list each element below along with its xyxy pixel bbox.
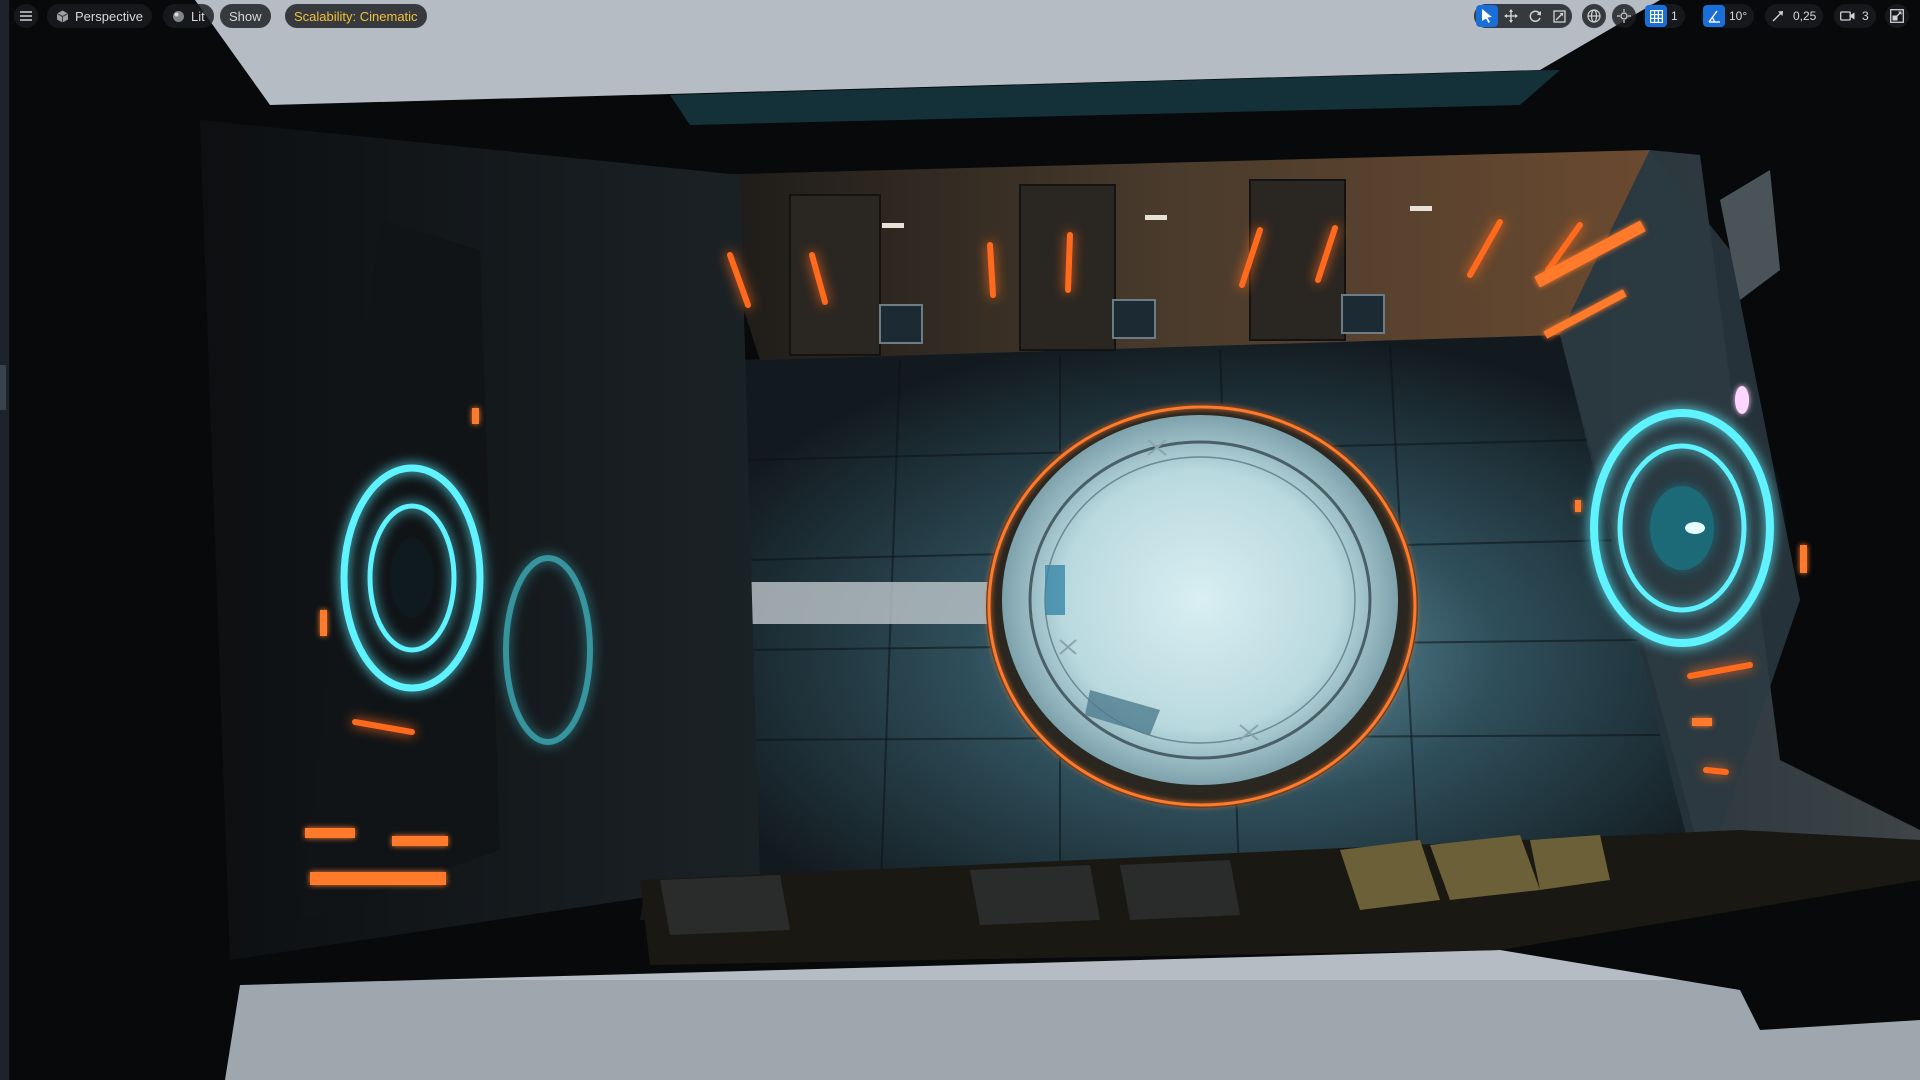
scale-snap-group: 0,25 bbox=[1765, 4, 1824, 28]
show-button[interactable]: Show bbox=[220, 4, 271, 28]
rotate-icon bbox=[1528, 9, 1542, 23]
scalability-warning[interactable]: Scalability: Cinematic bbox=[285, 4, 427, 28]
cursor-arrow-icon bbox=[1481, 9, 1493, 23]
select-tool-button[interactable] bbox=[1476, 5, 1498, 27]
camera-speed-group: 3 bbox=[1834, 4, 1876, 28]
world-space-button[interactable] bbox=[1582, 4, 1606, 28]
scale-snap-toggle[interactable] bbox=[1767, 5, 1789, 27]
maximize-viewport-button[interactable] bbox=[1885, 4, 1909, 28]
resize-handle[interactable] bbox=[0, 365, 6, 410]
viewport-scene[interactable] bbox=[0, 0, 1920, 1080]
lighting-mode-label: Lit bbox=[191, 8, 205, 24]
maximize-viewport[interactable] bbox=[1885, 4, 1909, 28]
level-viewport[interactable]: Perspective Lit Show Scalability: Cinema… bbox=[0, 0, 1920, 1080]
lighting-mode-dropdown[interactable]: Lit bbox=[163, 4, 214, 28]
hamburger-icon bbox=[20, 11, 32, 21]
maximize-viewport-icon bbox=[1890, 9, 1904, 23]
lit-sphere-icon bbox=[172, 10, 185, 23]
rotation-snap-group: 10° bbox=[1701, 4, 1755, 28]
surface-snapping-toggle[interactable] bbox=[1612, 4, 1636, 28]
angle-icon bbox=[1707, 10, 1721, 23]
surface-snap-button[interactable] bbox=[1612, 4, 1636, 28]
viewport-left-edge bbox=[0, 0, 10, 1080]
view-mode-button[interactable]: Perspective bbox=[47, 4, 152, 28]
view-mode-label: Perspective bbox=[75, 8, 143, 24]
scale-snap-value[interactable]: 0,25 bbox=[1791, 9, 1821, 23]
rotation-snap-value[interactable]: 10° bbox=[1727, 9, 1752, 23]
rotate-tool-button[interactable] bbox=[1524, 5, 1546, 27]
lighting-mode-button[interactable]: Lit bbox=[163, 4, 214, 28]
scale-icon bbox=[1552, 9, 1566, 23]
grid-icon bbox=[1649, 9, 1663, 23]
viewport-menu-button[interactable] bbox=[14, 4, 38, 28]
snapping-group: 1 bbox=[1643, 4, 1685, 28]
grid-snap-value[interactable]: 1 bbox=[1669, 9, 1683, 23]
translate-tool-button[interactable] bbox=[1500, 5, 1522, 27]
view-mode-dropdown[interactable]: Perspective bbox=[47, 4, 152, 28]
scalability-button[interactable]: Scalability: Cinematic bbox=[285, 4, 427, 28]
transform-tools-group bbox=[1474, 4, 1572, 28]
coordinate-space-toggle[interactable] bbox=[1582, 4, 1606, 28]
surface-snap-icon bbox=[1617, 9, 1631, 23]
camera-speed-button[interactable] bbox=[1836, 5, 1858, 27]
cube-icon bbox=[56, 10, 69, 23]
camera-speed-value[interactable]: 3 bbox=[1860, 9, 1874, 23]
scale-tool-button[interactable] bbox=[1548, 5, 1570, 27]
show-dropdown[interactable]: Show bbox=[220, 4, 271, 28]
scale-arrow-icon bbox=[1772, 10, 1784, 22]
grid-snap-toggle[interactable] bbox=[1645, 5, 1667, 27]
show-label: Show bbox=[229, 8, 262, 24]
move-arrows-icon bbox=[1504, 9, 1518, 23]
viewport-toolbar-left bbox=[14, 4, 38, 28]
camera-icon bbox=[1839, 10, 1855, 22]
rotation-snap-toggle[interactable] bbox=[1703, 5, 1725, 27]
scalability-label: Scalability: Cinematic bbox=[294, 8, 418, 24]
world-globe-icon bbox=[1587, 9, 1601, 23]
